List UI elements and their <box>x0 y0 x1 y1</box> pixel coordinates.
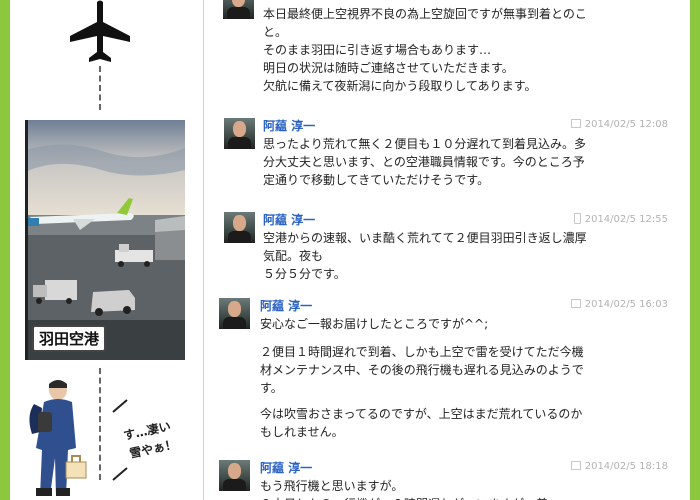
page-frame: 羽田空港 す…凄い 雪やぁ！ 本日最終便上空視界不良の為上空旋回ですが無事到着と… <box>10 0 690 500</box>
post-timestamp: 2014/02/5 18:18 <box>570 461 668 472</box>
message-text: 空港からの速報、いま酷く荒れてて２便目羽田引き返し濃厚 気配。夜も ５分５分です… <box>263 231 587 281</box>
post-timestamp: 2014/02/5 12:55 <box>573 213 668 225</box>
message-paragraph: 安心なご一報お届けしたところですが^^; <box>260 317 489 331</box>
message-text: 思ったより荒れて無く２便目も１０分遅れて到着見込み。多 分大丈夫と思います、との… <box>263 137 587 187</box>
traveler-illustration <box>20 378 100 500</box>
flight-path-dash <box>99 66 101 110</box>
left-illustration-column: 羽田空港 す…凄い 雪やぁ！ <box>10 0 200 500</box>
author-name[interactable]: 阿藴 淳一 <box>260 459 312 476</box>
author-avatar[interactable] <box>223 0 254 19</box>
author-avatar[interactable] <box>219 298 250 329</box>
post-timestamp: 2014/02/5 12:08 <box>570 119 668 130</box>
computer-icon <box>570 299 581 308</box>
message-paragraph: 今は吹雪おさまってるのですが、上空はまだ荒れているのか もしれません。 <box>260 407 583 439</box>
computer-icon <box>570 461 581 470</box>
message-text: 本日最終便上空視界不良の為上空旋回ですが無事到着とのこ と。 そのまま羽田に引き… <box>263 7 587 93</box>
airplane-icon <box>70 0 130 62</box>
post-timestamp: 2014/02/5 16:03 <box>570 299 668 310</box>
author-avatar[interactable] <box>219 460 250 491</box>
message-feed: 本日最終便上空視界不良の為上空旋回ですが無事到着とのこ と。 そのまま羽田に引き… <box>215 0 690 500</box>
speech-text: す…凄い 雪やぁ！ <box>112 398 183 488</box>
message-text: もう飛行機と思いますが。 ２本日ともの…行機が…２時間遅れが…いますが…着 <box>260 479 548 500</box>
author-name[interactable]: 阿藴 淳一 <box>263 211 315 228</box>
airport-photo: 羽田空港 <box>25 120 185 360</box>
photo-location-label: 羽田空港 <box>32 325 107 352</box>
author-name[interactable]: 阿藴 淳一 <box>263 117 315 134</box>
author-name[interactable]: 阿藴 淳一 <box>260 297 312 314</box>
message-paragraph: ２便目１時間遅れで到着、しかも上空で雷を受けてただ今機 材メンテナンス中、その後… <box>260 345 584 395</box>
author-avatar[interactable] <box>224 212 255 243</box>
author-avatar[interactable] <box>224 118 255 149</box>
column-divider <box>203 0 204 500</box>
computer-icon <box>570 119 581 128</box>
phone-icon <box>573 213 581 224</box>
